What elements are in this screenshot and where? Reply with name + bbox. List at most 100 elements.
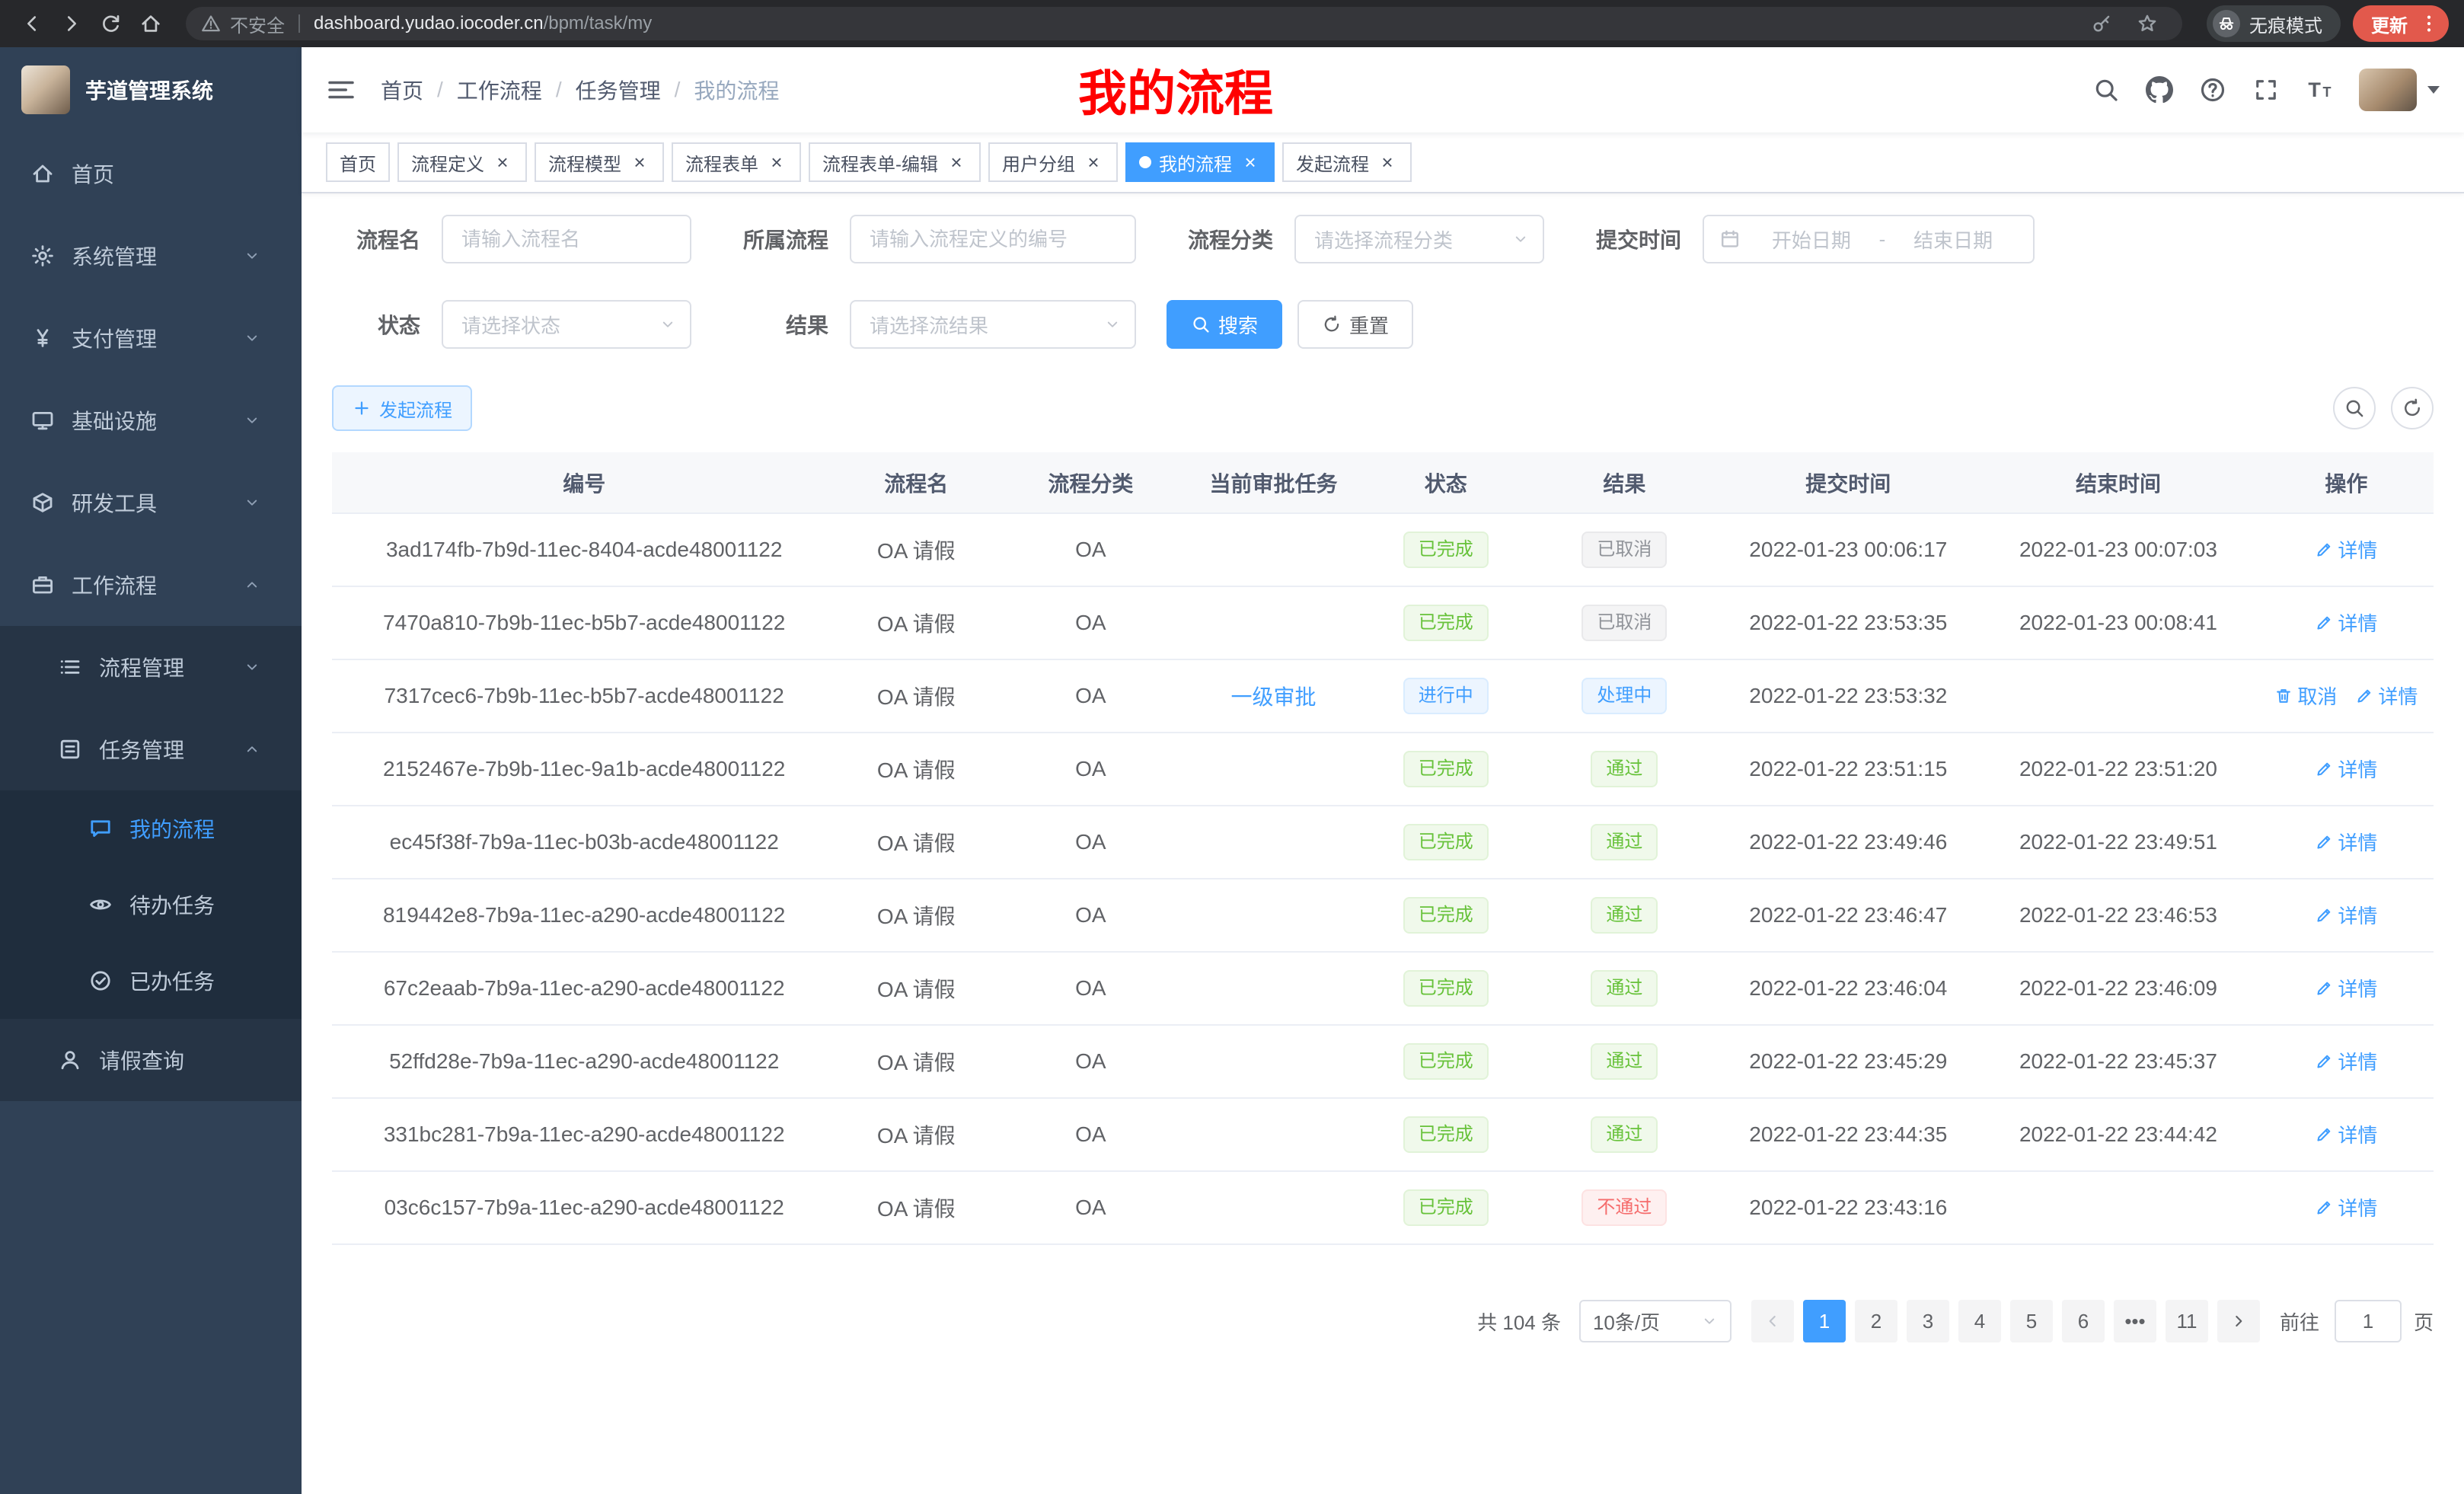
create-process-button[interactable]: 发起流程 <box>332 385 472 431</box>
sidebar-item-system-management[interactable]: 系统管理 <box>0 215 302 297</box>
cell-name: OA 请假 <box>836 513 996 586</box>
detail-link[interactable]: 详情 <box>2315 974 2377 1002</box>
sidebar-item-process-management[interactable]: 流程管理 <box>0 626 302 708</box>
status-tag: 已完成 <box>1403 1043 1489 1080</box>
browser-update-button[interactable]: 更新 <box>2353 5 2449 42</box>
detail-link[interactable]: 详情 <box>2355 682 2418 710</box>
detail-link[interactable]: 详情 <box>2315 828 2377 856</box>
user-menu[interactable] <box>2359 69 2440 111</box>
close-icon[interactable]: × <box>1377 152 1398 173</box>
tags-view: 首页流程定义×流程模型×流程表单×流程表单-编辑×用户分组×我的流程×发起流程× <box>302 132 2464 193</box>
submit-time-range-picker[interactable]: 开始日期 - 结束日期 <box>1703 215 2035 263</box>
cell-end-time: 2022-01-22 23:46:53 <box>1977 879 2259 952</box>
sidebar-item-task-management[interactable]: 任务管理 <box>0 708 302 790</box>
result-select[interactable]: 请选择流结果 <box>850 300 1136 349</box>
detail-link[interactable]: 详情 <box>2315 1193 2377 1221</box>
tab-user-group[interactable]: 用户分组 × <box>988 142 1118 182</box>
page-button-2[interactable]: 2 <box>1855 1300 1897 1342</box>
font-size-icon[interactable]: TT <box>2306 76 2333 104</box>
cell-end-time <box>1977 659 2259 733</box>
sidebar-item-leave-query[interactable]: 请假查询 <box>0 1019 302 1101</box>
close-icon[interactable]: × <box>766 152 787 173</box>
status-select[interactable]: 请选择状态 <box>442 300 691 349</box>
page-button-1[interactable]: 1 <box>1803 1300 1846 1342</box>
close-icon[interactable]: × <box>1240 152 1261 173</box>
sidebar-item-label: 请假查询 <box>99 1045 277 1075</box>
sidebar-item-dev-tools[interactable]: 研发工具 <box>0 461 302 544</box>
detail-link[interactable]: 详情 <box>2315 755 2377 783</box>
result-tag: 通过 <box>1591 1116 1658 1153</box>
breadcrumb-item[interactable]: 任务管理 <box>576 75 661 105</box>
search-button[interactable]: 搜索 <box>1167 300 1282 349</box>
process-name-input[interactable] <box>442 215 691 263</box>
tab-start-process[interactable]: 发起流程× <box>1282 142 1412 182</box>
sidebar-item-home[interactable]: 首页 <box>0 132 302 215</box>
cancel-link[interactable]: 取消 <box>2274 682 2337 710</box>
bookmark-star-icon[interactable] <box>2137 13 2158 34</box>
toggle-search-button[interactable] <box>2333 387 2376 429</box>
status-tag: 已完成 <box>1403 1189 1489 1226</box>
hamburger-icon[interactable] <box>326 75 356 105</box>
breadcrumb-item[interactable]: 首页 <box>381 75 423 105</box>
detail-link[interactable]: 详情 <box>2315 1047 2377 1075</box>
cell-actions: 详情 <box>2259 733 2434 806</box>
sidebar-item-done-tasks[interactable]: 已办任务 <box>0 943 302 1019</box>
browser-reload-icon[interactable] <box>94 7 128 40</box>
sidebar: 芋道管理系统 首页系统管理支付管理基础设施研发工具工作流程流程管理任务管理我的流… <box>0 47 302 1494</box>
tab-label: 用户分组 <box>1002 149 1075 176</box>
detail-link[interactable]: 详情 <box>2315 901 2377 929</box>
password-key-icon[interactable] <box>2091 13 2112 34</box>
browser-forward-icon[interactable] <box>55 7 88 40</box>
current-task-link[interactable]: 一级审批 <box>1230 681 1316 711</box>
edit-icon <box>2315 614 2333 632</box>
prev-page-button[interactable] <box>1751 1300 1794 1342</box>
table-row: 7317cec6-7b9b-11ec-b5b7-acde48001122OA 请… <box>332 659 2434 733</box>
browser-back-icon[interactable] <box>15 7 49 40</box>
reset-button[interactable]: 重置 <box>1297 300 1413 349</box>
app-logo: 芋道管理系统 <box>0 47 302 132</box>
page-button-4[interactable]: 4 <box>1958 1300 2001 1342</box>
tab-my-process[interactable]: 我的流程× <box>1125 142 1275 182</box>
cell-status: 已完成 <box>1361 806 1530 879</box>
page-ellipsis[interactable]: ••• <box>2114 1300 2156 1342</box>
sidebar-item-todo-tasks[interactable]: 待办任务 <box>0 867 302 943</box>
detail-link[interactable]: 详情 <box>2315 608 2377 637</box>
tab-process-form-edit[interactable]: 流程表单-编辑× <box>809 142 981 182</box>
github-icon[interactable] <box>2146 76 2173 104</box>
sidebar-item-label: 已办任务 <box>129 966 277 996</box>
search-icon[interactable] <box>2092 76 2120 104</box>
close-icon[interactable]: × <box>946 152 967 173</box>
fullscreen-icon[interactable] <box>2252 76 2280 104</box>
close-icon[interactable]: × <box>1083 152 1104 173</box>
breadcrumb-item[interactable]: 工作流程 <box>457 75 542 105</box>
category-select[interactable]: 请选择流程分类 <box>1294 215 1544 263</box>
close-icon[interactable]: × <box>629 152 650 173</box>
page-size-select[interactable]: 10条/页 <box>1579 1300 1732 1342</box>
page-button-6[interactable]: 6 <box>2062 1300 2105 1342</box>
cell-end-time <box>1977 1171 2259 1244</box>
process-definition-input[interactable] <box>850 215 1136 263</box>
browser-home-icon[interactable] <box>134 7 168 40</box>
cell-status: 已完成 <box>1361 1098 1530 1171</box>
tab-process-definition[interactable]: 流程定义× <box>397 142 527 182</box>
close-icon[interactable]: × <box>492 152 513 173</box>
sidebar-item-infrastructure[interactable]: 基础设施 <box>0 379 302 461</box>
help-icon[interactable] <box>2199 76 2226 104</box>
sidebar-item-my-process[interactable]: 我的流程 <box>0 790 302 867</box>
next-page-button[interactable] <box>2217 1300 2260 1342</box>
page-button-5[interactable]: 5 <box>2010 1300 2053 1342</box>
tab-home[interactable]: 首页 <box>326 142 390 182</box>
goto-prefix-label: 前往 <box>2280 1307 2319 1336</box>
detail-link[interactable]: 详情 <box>2315 1120 2377 1148</box>
refresh-table-button[interactable] <box>2391 387 2434 429</box>
page-button-3[interactable]: 3 <box>1907 1300 1949 1342</box>
address-bar[interactable]: 不安全 dashboard.yudao.iocoder.cn/bpm/task/… <box>186 7 2182 40</box>
tab-process-form[interactable]: 流程表单× <box>672 142 801 182</box>
goto-page-input[interactable] <box>2335 1300 2402 1342</box>
tab-process-model[interactable]: 流程模型× <box>535 142 664 182</box>
browser-menu-icon[interactable] <box>2418 13 2440 34</box>
page-button-11[interactable]: 11 <box>2166 1300 2208 1342</box>
detail-link[interactable]: 详情 <box>2315 535 2377 563</box>
sidebar-item-workflow[interactable]: 工作流程 <box>0 544 302 626</box>
sidebar-item-payment-management[interactable]: 支付管理 <box>0 297 302 379</box>
